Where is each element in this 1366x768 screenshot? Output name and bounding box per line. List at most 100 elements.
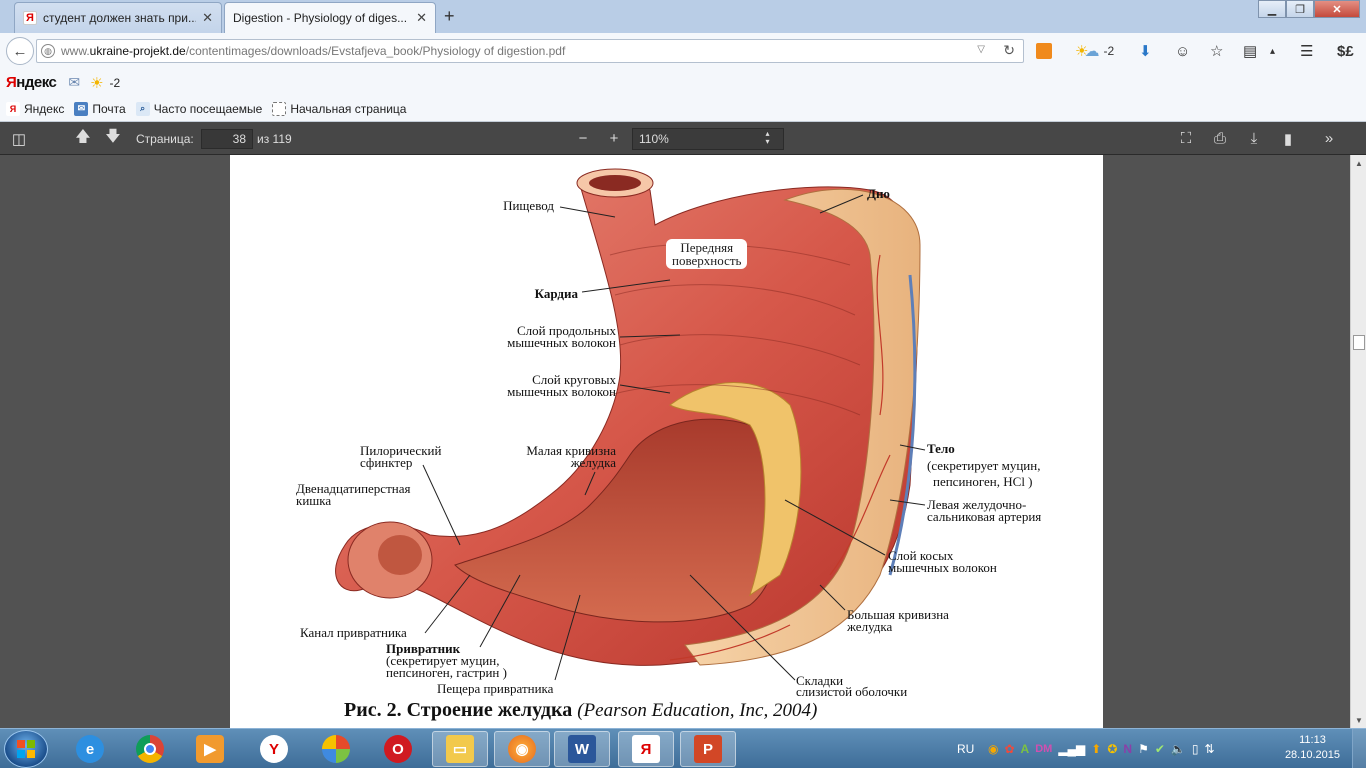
bookmark-label: Часто посещаемые xyxy=(153,101,263,116)
bookmark-icon[interactable]: ▮ xyxy=(1275,122,1301,155)
bookmarks-bar: Я Яндекс ✉ Почта ⌕ Часто посещаемые Нача… xyxy=(0,96,1366,122)
yandex-bar: Яндекс ✉ ☀ -2 xyxy=(0,69,1366,96)
update-icon[interactable]: ⬆ xyxy=(1091,742,1101,756)
tray-app-icon[interactable]: A xyxy=(1021,742,1030,756)
url-dropdown-icon[interactable]: ▽ xyxy=(977,44,985,55)
fullscreen-icon[interactable]: ⛶ xyxy=(1173,122,1199,155)
yandex-icon: Я xyxy=(6,101,20,116)
zoom-in-button[interactable]: + xyxy=(601,122,627,155)
tab-search[interactable]: Я студент должен знать при... ✕ xyxy=(14,2,222,33)
addon-icon[interactable] xyxy=(1036,41,1052,61)
close-window-button[interactable]: ✕ xyxy=(1314,0,1360,18)
tray-app-icon[interactable]: ◉ xyxy=(988,742,998,756)
vertical-scrollbar[interactable]: ▲ ▼ xyxy=(1350,155,1366,728)
label-longitudinal-2: мышечных волокон xyxy=(507,335,616,350)
label-circular-2: мышечных волокон xyxy=(507,384,616,399)
new-tab-button[interactable]: + xyxy=(444,6,455,27)
next-page-icon[interactable]: 🡇 xyxy=(100,122,126,155)
taskbar-opera[interactable]: O xyxy=(370,731,426,767)
label-body-3: пепсиноген, HCl ) xyxy=(933,474,1033,489)
print-icon[interactable]: ⎙ xyxy=(1207,122,1233,155)
scroll-thumb[interactable] xyxy=(1353,335,1365,350)
zoom-out-button[interactable]: − xyxy=(570,122,596,155)
window-controls: ▁ ❐ ✕ xyxy=(1258,0,1360,18)
signal-icon[interactable]: ▂▄▆ xyxy=(1058,742,1085,756)
pdf-page: Пищевод Дно Передняя поверхность Кардиа … xyxy=(230,155,1103,728)
weather-button[interactable]: ☀ ☁ -2 xyxy=(1075,41,1114,61)
close-tab-icon[interactable]: ✕ xyxy=(416,10,427,26)
tray-app-icon[interactable]: ✿ xyxy=(1004,742,1014,756)
tray-app-icon[interactable]: DM xyxy=(1035,743,1052,755)
close-tab-icon[interactable]: ✕ xyxy=(202,10,213,26)
stomach-illustration xyxy=(335,168,926,681)
pdf-viewer[interactable]: Пищевод Дно Передняя поверхность Кардиа … xyxy=(0,155,1350,728)
flag-icon[interactable]: ⚑ xyxy=(1138,742,1149,756)
label-duodenum-2: кишка xyxy=(296,493,332,508)
url-path: /contentimages/downloads/Evstafjeva_book… xyxy=(185,44,566,58)
bookmark-yandex[interactable]: Я Яндекс xyxy=(6,101,65,116)
minimize-button[interactable]: ▁ xyxy=(1258,0,1286,18)
clock[interactable]: 11:13 28.10.2015 xyxy=(1285,733,1340,763)
onenote-icon[interactable]: N xyxy=(1123,742,1132,756)
taskbar-chrome[interactable] xyxy=(122,731,178,767)
weather-icon[interactable]: ☀ xyxy=(90,74,103,92)
scroll-up-icon[interactable]: ▲ xyxy=(1351,155,1366,171)
scroll-down-icon[interactable]: ▼ xyxy=(1351,712,1366,728)
clock-date: 28.10.2015 xyxy=(1284,749,1340,761)
taskbar-picasa[interactable] xyxy=(308,731,364,767)
taskbar-ie[interactable]: e xyxy=(62,731,118,767)
bookmark-label: Начальная страница xyxy=(290,101,407,116)
sidebar-toggle-icon[interactable]: ◫ xyxy=(6,122,32,155)
url-bar[interactable]: ◍ www. ukraine-projekt.de/contentimages/d… xyxy=(36,39,1024,63)
taskbar-word[interactable]: W xyxy=(554,731,610,767)
tray-app-icon[interactable]: ✪ xyxy=(1107,742,1117,756)
bookmark-frequent[interactable]: ⌕ Часто посещаемые xyxy=(135,101,263,116)
back-button[interactable]: ← xyxy=(6,37,34,65)
language-indicator[interactable]: RU xyxy=(957,729,974,768)
zoom-select[interactable]: 110% xyxy=(632,127,784,150)
taskbar-firefox[interactable]: ◉ xyxy=(494,731,550,767)
previous-page-icon[interactable]: 🡅 xyxy=(70,122,96,155)
show-desktop-button[interactable] xyxy=(1352,729,1366,768)
label-pyloric-2: сфинктер xyxy=(360,455,413,470)
pdf-toolbar: ◫ 🡅 🡇 Страница: из 119 − + 110% ⛶ ⎙ ⤓ ▮ … xyxy=(0,122,1366,155)
page-number-input[interactable] xyxy=(201,128,253,149)
bookmark-label: Яндекс xyxy=(24,101,65,116)
yandex-logo[interactable]: Яндекс xyxy=(6,74,57,91)
firefox-icon: ◉ xyxy=(508,735,536,763)
bookmark-homepage[interactable]: Начальная страница xyxy=(272,101,407,116)
network-icon[interactable]: ⇅ xyxy=(1204,742,1214,756)
volume-icon[interactable]: 🔈 xyxy=(1171,742,1186,756)
tab-pdf[interactable]: Digestion - Physiology of diges... ✕ xyxy=(224,2,436,33)
taskbar-powerpoint[interactable]: P xyxy=(680,731,736,767)
reload-icon[interactable]: ↻ xyxy=(1003,42,1015,59)
download-icon[interactable]: ⬇ xyxy=(1139,41,1152,61)
yandex-icon: Я xyxy=(632,735,660,763)
label-oblique-2: мышечных волокон xyxy=(888,560,997,575)
url-host: ukraine-projekt.de xyxy=(89,44,186,58)
tools-icon[interactable]: » xyxy=(1316,122,1342,155)
label-pyloric-antrum: Пещера привратника xyxy=(437,681,554,696)
start-button[interactable] xyxy=(4,730,48,768)
tab-title: студент должен знать при... xyxy=(43,11,197,25)
bookmark-star-icon[interactable]: ☆ xyxy=(1210,41,1223,61)
mail-icon[interactable]: ✉ xyxy=(68,74,80,91)
taskbar-yandex[interactable]: Я xyxy=(618,731,674,767)
yandex-browser-icon: Y xyxy=(260,735,288,763)
internet-explorer-icon: e xyxy=(76,735,104,763)
taskbar-explorer[interactable]: ▭ xyxy=(432,731,488,767)
chat-icon[interactable]: ☺ xyxy=(1175,41,1190,61)
up-icon[interactable]: ▴ xyxy=(1270,41,1275,61)
page-total: из 119 xyxy=(257,131,292,146)
menu-icon[interactable]: ☰ xyxy=(1300,41,1313,61)
maximize-button[interactable]: ❐ xyxy=(1286,0,1314,18)
taskbar-media[interactable]: ▶ xyxy=(182,731,238,767)
bookmark-mail[interactable]: ✉ Почта xyxy=(74,101,126,116)
weather-temp: -2 xyxy=(109,75,121,90)
taskbar-yandex-browser[interactable]: Y xyxy=(246,731,302,767)
save-icon[interactable]: ⤓ xyxy=(1241,122,1267,155)
currency-icon[interactable]: $£ xyxy=(1337,41,1354,61)
check-icon[interactable]: ✔ xyxy=(1155,742,1165,756)
reading-list-icon[interactable]: ▤ xyxy=(1243,41,1257,61)
battery-icon[interactable]: ▯ xyxy=(1192,742,1199,756)
